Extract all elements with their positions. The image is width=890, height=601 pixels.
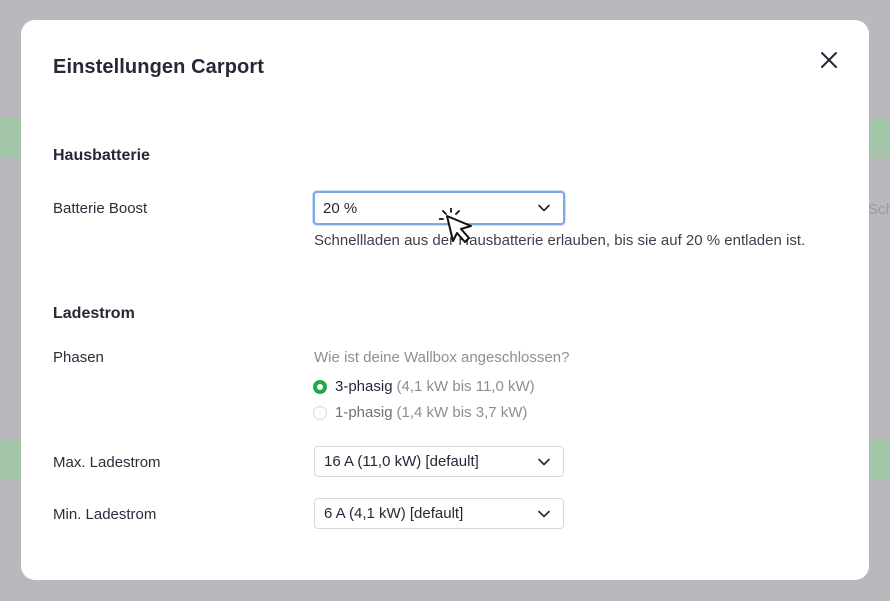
- section-title-ladestrom: Ladestrom: [53, 305, 135, 322]
- background-strip: [0, 118, 22, 158]
- modal-title: Einstellungen Carport: [53, 56, 265, 78]
- batterie-boost-help: Schnellladen aus der Hausbatterie erlaub…: [314, 232, 806, 249]
- radio-1-phasig-detail: (1,4 kW bis 3,7 kW): [396, 404, 528, 421]
- section-title-hausbatterie: Hausbatterie: [53, 147, 150, 164]
- batterie-boost-value: 20 %: [323, 199, 358, 217]
- chevron-down-icon: [538, 458, 550, 465]
- max-ladestrom-label: Max. Ladestrom: [53, 454, 161, 471]
- radio-3-phasig[interactable]: 3-phasig (4,1 kW bis 11,0 kW): [313, 378, 535, 395]
- background-strip: [868, 118, 890, 158]
- background-strip: [0, 440, 22, 480]
- min-ladestrom-value: 6 A (4,1 kW) [default]: [324, 505, 464, 522]
- settings-modal: Einstellungen Carport Hausbatterie Batte…: [21, 20, 869, 580]
- radio-button-unchecked[interactable]: [313, 405, 327, 420]
- radio-1-phasig[interactable]: 1-phasig (1,4 kW bis 3,7 kW): [313, 404, 527, 421]
- radio-1-phasig-label: 1-phasig: [335, 404, 393, 421]
- background-text: Sch: [868, 201, 890, 218]
- close-button[interactable]: [818, 49, 840, 71]
- max-ladestrom-select[interactable]: 16 A (11,0 kW) [default]: [314, 446, 564, 477]
- background-strip: [868, 440, 890, 480]
- radio-3-phasig-label: 3-phasig: [335, 378, 393, 395]
- min-ladestrom-select[interactable]: 6 A (4,1 kW) [default]: [314, 498, 564, 529]
- batterie-boost-label: Batterie Boost: [53, 200, 148, 217]
- close-icon: [821, 52, 837, 68]
- phasen-question: Wie ist deine Wallbox angeschlossen?: [314, 349, 570, 366]
- min-ladestrom-label: Min. Ladestrom: [53, 506, 157, 523]
- radio-button-checked[interactable]: [313, 379, 327, 394]
- chevron-down-icon: [538, 204, 550, 212]
- max-ladestrom-value: 16 A (11,0 kW) [default]: [324, 453, 479, 470]
- radio-3-phasig-detail: (4,1 kW bis 11,0 kW): [396, 378, 535, 395]
- chevron-down-icon: [538, 510, 550, 517]
- pointer-click-icon: [439, 208, 472, 243]
- phasen-label: Phasen: [53, 349, 104, 366]
